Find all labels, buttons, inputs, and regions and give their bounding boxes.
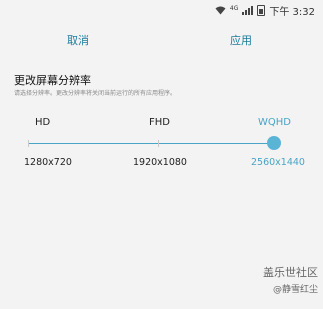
section-description: 请选择分辨率。更改分辨率将关闭当前运行的所有应用程序。 — [14, 90, 177, 97]
status-icons: 4G 下午 3:32 — [215, 3, 315, 18]
cancel-button[interactable]: 取消 — [67, 32, 89, 48]
resolution-slider-thumb[interactable] — [267, 136, 281, 150]
resolution-option-wqhd-value: 2560x1440 — [251, 157, 305, 168]
wifi-icon — [215, 6, 226, 15]
signal-icon — [242, 6, 254, 15]
resolution-option-wqhd-label[interactable]: WQHD — [258, 117, 291, 128]
watermark: 盖乐世社区 @静雪红尘 — [263, 264, 318, 295]
resolution-option-fhd-value: 1920x1080 — [133, 157, 187, 168]
network-type-label: 4G — [229, 4, 239, 12]
status-time: 下午 3:32 — [269, 7, 315, 18]
action-bar: 取消 应用 — [0, 22, 323, 56]
watermark-title: 盖乐世社区 — [263, 266, 318, 279]
resolution-slider-track[interactable] — [28, 140, 276, 147]
status-bar: 4G 下午 3:32 — [0, 0, 323, 20]
resolution-option-hd-label[interactable]: HD — [35, 117, 50, 128]
watermark-author: @静雪红尘 — [272, 285, 318, 295]
battery-icon — [257, 5, 266, 16]
resolution-slider-fill — [28, 143, 276, 144]
section-title: 更改屏幕分辨率 — [14, 74, 91, 87]
slider-tick-fhd — [158, 140, 159, 147]
slider-tick-hd — [28, 140, 29, 147]
resolution-option-fhd-label[interactable]: FHD — [149, 117, 170, 128]
resolution-option-hd-value: 1280x720 — [24, 157, 72, 168]
apply-button[interactable]: 应用 — [230, 32, 252, 48]
